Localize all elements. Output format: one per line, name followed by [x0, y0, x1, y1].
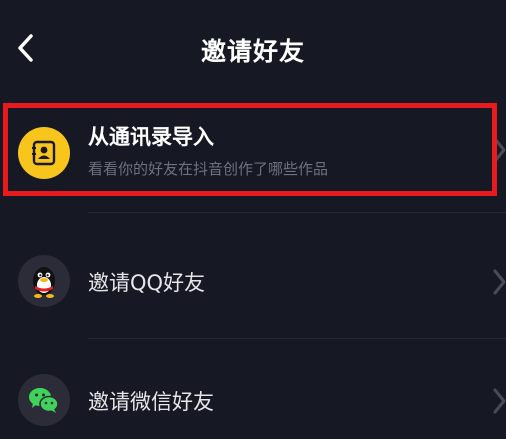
import-contacts-label: 从通讯录导入	[88, 125, 214, 149]
invite-wechat-item[interactable]: 邀请微信好友	[0, 358, 506, 439]
contacts-icon	[18, 127, 70, 179]
divider	[88, 338, 506, 339]
invite-qq-item[interactable]: 邀请QQ好友	[0, 243, 506, 323]
chevron-right-icon	[493, 137, 506, 163]
chevron-right-icon	[493, 269, 506, 295]
import-contacts-item[interactable]: 从通讯录导入 看看你的好友在抖音创作了哪些作品	[0, 101, 506, 195]
chevron-right-icon	[493, 388, 506, 414]
invite-qq-label: 邀请QQ好友	[88, 271, 206, 295]
wechat-icon	[18, 374, 70, 426]
import-contacts-subtitle: 看看你的好友在抖音创作了哪些作品	[88, 160, 329, 178]
top-bar: 邀请好友	[0, 0, 506, 100]
invite-wechat-label: 邀请微信好友	[88, 390, 214, 414]
page-title: 邀请好友	[200, 37, 305, 66]
divider	[88, 212, 506, 213]
qq-penguin-icon	[18, 255, 70, 307]
